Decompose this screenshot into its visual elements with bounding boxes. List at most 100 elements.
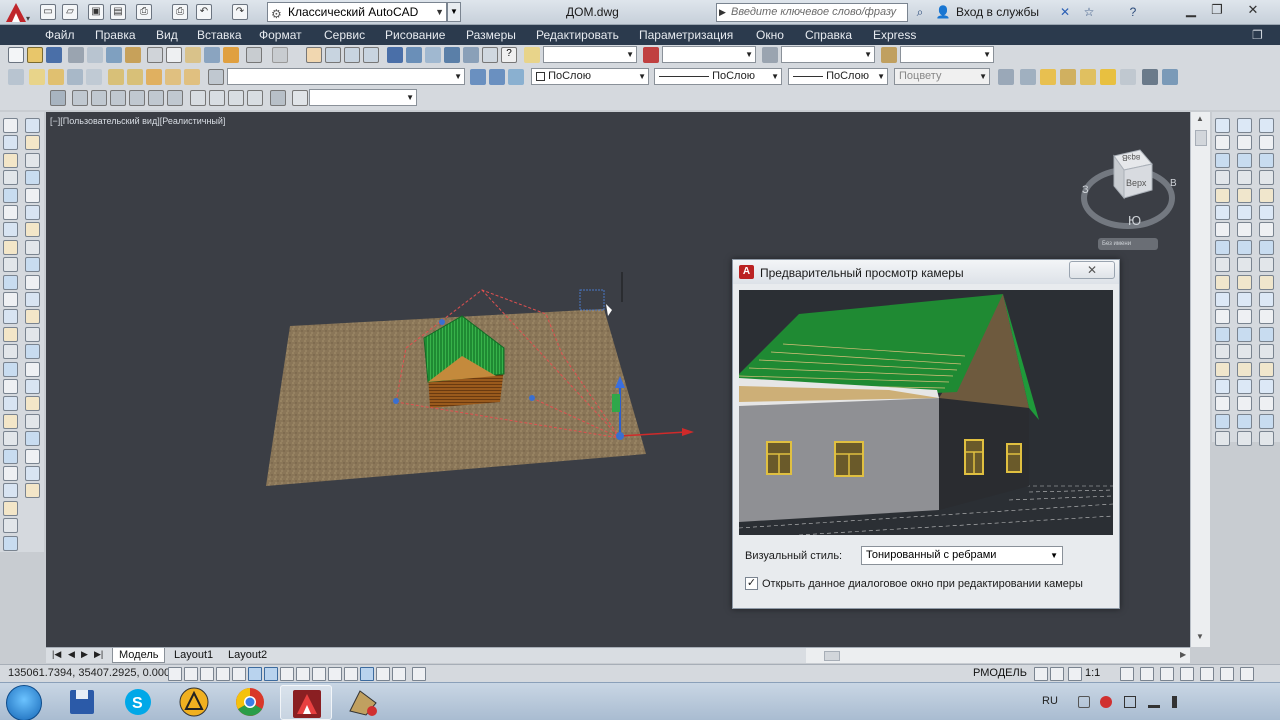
layer-select[interactable]: ▼ [227,68,465,85]
vertical-scrollbar[interactable]: ▲ ▼ [1190,112,1210,647]
shaded-icon[interactable] [1060,69,1076,85]
add-selected-icon[interactable] [3,448,18,464]
continuous-orbit-icon[interactable] [1215,152,1230,168]
wedge-icon[interactable] [1215,274,1230,290]
paste-icon[interactable] [185,47,201,63]
ellipse-icon[interactable] [3,274,18,290]
light-distant-icon[interactable] [1237,361,1252,377]
ucs-apply-icon[interactable] [1237,309,1252,325]
taskbar-chrome-app[interactable] [224,685,276,720]
binoculars-icon[interactable]: ⌕ [911,4,929,21]
rotate-icon[interactable] [25,135,40,151]
view-front-icon[interactable] [1259,257,1274,273]
grip-point[interactable] [439,319,445,325]
layer-isolate-icon[interactable] [108,69,124,85]
help-icon[interactable]: ? [1124,4,1142,21]
ucs-z-icon[interactable] [1237,292,1252,307]
box-icon[interactable] [1259,274,1274,290]
language-indicator[interactable]: RU [1042,695,1058,707]
wireframe-2d-icon[interactable] [1020,69,1036,85]
offset-icon[interactable] [3,518,18,534]
rectangle-icon[interactable] [3,187,18,203]
light-spot-icon[interactable] [1237,344,1252,360]
shell-icon[interactable] [25,466,40,481]
planar-surface-icon[interactable] [1259,396,1274,412]
render-icon[interactable] [1120,69,1136,85]
clean-screen-icon[interactable] [1240,667,1254,681]
compass-south[interactable]: Ю [1128,213,1141,228]
tool-palettes-icon[interactable] [425,47,441,63]
walk-icon[interactable] [1259,205,1274,220]
gradient-icon[interactable] [3,379,18,394]
box-icon[interactable] [1215,257,1230,273]
undo-icon[interactable] [246,47,262,63]
menu-express[interactable]: Express [873,28,916,42]
new-icon[interactable]: ▭ [40,4,56,20]
match-properties-icon[interactable] [204,47,220,63]
minimize-button[interactable]: ▁ [1178,0,1204,20]
grid-toggle[interactable] [200,667,214,681]
taskbar-archicad-app[interactable] [168,685,220,720]
quick-view-layouts-icon[interactable] [1034,667,1048,681]
plotstyle-select[interactable]: Поцвету ▼ [894,68,990,85]
line-icon[interactable] [3,118,18,133]
taskbar-tool-app[interactable] [336,685,388,720]
bottom-view-icon[interactable] [91,90,107,106]
top-view-icon[interactable] [72,90,88,106]
osnap-toggle[interactable] [248,667,262,681]
antivirus-icon[interactable] [1100,696,1112,708]
first-tab-icon[interactable]: |◀ [52,649,61,660]
scroll-down-icon[interactable]: ▼ [1196,632,1204,641]
block-editor-icon[interactable] [223,47,239,63]
menu-dimensions[interactable]: Размеры [466,28,516,42]
show-on-edit-checkbox[interactable]: ✓ [745,577,758,590]
back-view-icon[interactable] [167,90,183,106]
conceptual-icon[interactable] [1100,69,1116,85]
menu-draw[interactable]: Рисование [385,28,445,42]
taskbar-skype-app[interactable]: S [112,685,164,720]
otrack-toggle[interactable] [280,667,294,681]
3d-print-icon[interactable] [125,47,141,63]
layer-states-icon[interactable] [29,69,45,85]
hatch-icon[interactable] [3,361,18,377]
plot-icon[interactable] [68,47,84,63]
linetype-select[interactable]: ПоСлою ▼ [654,68,782,85]
menu-restore-icon[interactable]: ❐ [1252,28,1263,42]
show-on-edit-label[interactable]: Открыть данное диалоговое окно при редак… [762,578,1083,590]
named-view-select[interactable]: ▼ [309,89,417,106]
dim-style-icon[interactable] [643,47,659,63]
make-block-icon[interactable] [3,326,18,342]
dim-style-select[interactable]: ▼ [662,46,756,63]
light-point-icon[interactable] [1237,326,1252,342]
new-icon[interactable] [8,47,24,63]
torus-icon[interactable] [1259,361,1274,377]
spline-icon[interactable] [3,257,18,273]
menu-parametric[interactable]: Параметризация [639,28,733,42]
transparency-toggle[interactable] [344,667,358,681]
scroll-thumb[interactable] [1195,130,1207,146]
loft-icon[interactable] [25,379,40,394]
menu-edit[interactable]: Правка [95,28,136,42]
horizontal-scrollbar[interactable]: ▶ [806,647,1190,663]
save-as-icon[interactable]: ▤ [110,4,126,20]
table-style-icon[interactable] [762,47,778,63]
annotation-visibility-icon[interactable] [1120,667,1134,681]
ucs-menu[interactable]: Без имени [1098,238,1158,250]
fillet-icon[interactable] [25,274,40,290]
copy-icon[interactable] [3,483,18,499]
copy-icon[interactable] [166,47,182,63]
dialog-close-button[interactable]: ✕ [1069,261,1115,279]
nw-iso-icon[interactable] [247,90,263,106]
annotation-scale-icon[interactable] [1068,667,1082,681]
viewcube[interactable]: вqэВ Верх Ю З В [1078,142,1178,252]
zoom-realtime-icon[interactable] [325,47,341,63]
trim-icon[interactable] [25,187,40,203]
mleader-style-icon[interactable] [881,47,897,63]
workspace-select[interactable]: ⚙ Классический AutoCAD ▼ [267,2,447,22]
ucs-y-icon[interactable] [1237,274,1252,290]
array-icon[interactable] [3,535,18,551]
ne-iso-icon[interactable] [228,90,244,106]
quick-view-drawings-icon[interactable] [1050,667,1064,681]
tab-model[interactable]: Модель [112,648,166,663]
extrude-icon[interactable] [25,309,40,325]
